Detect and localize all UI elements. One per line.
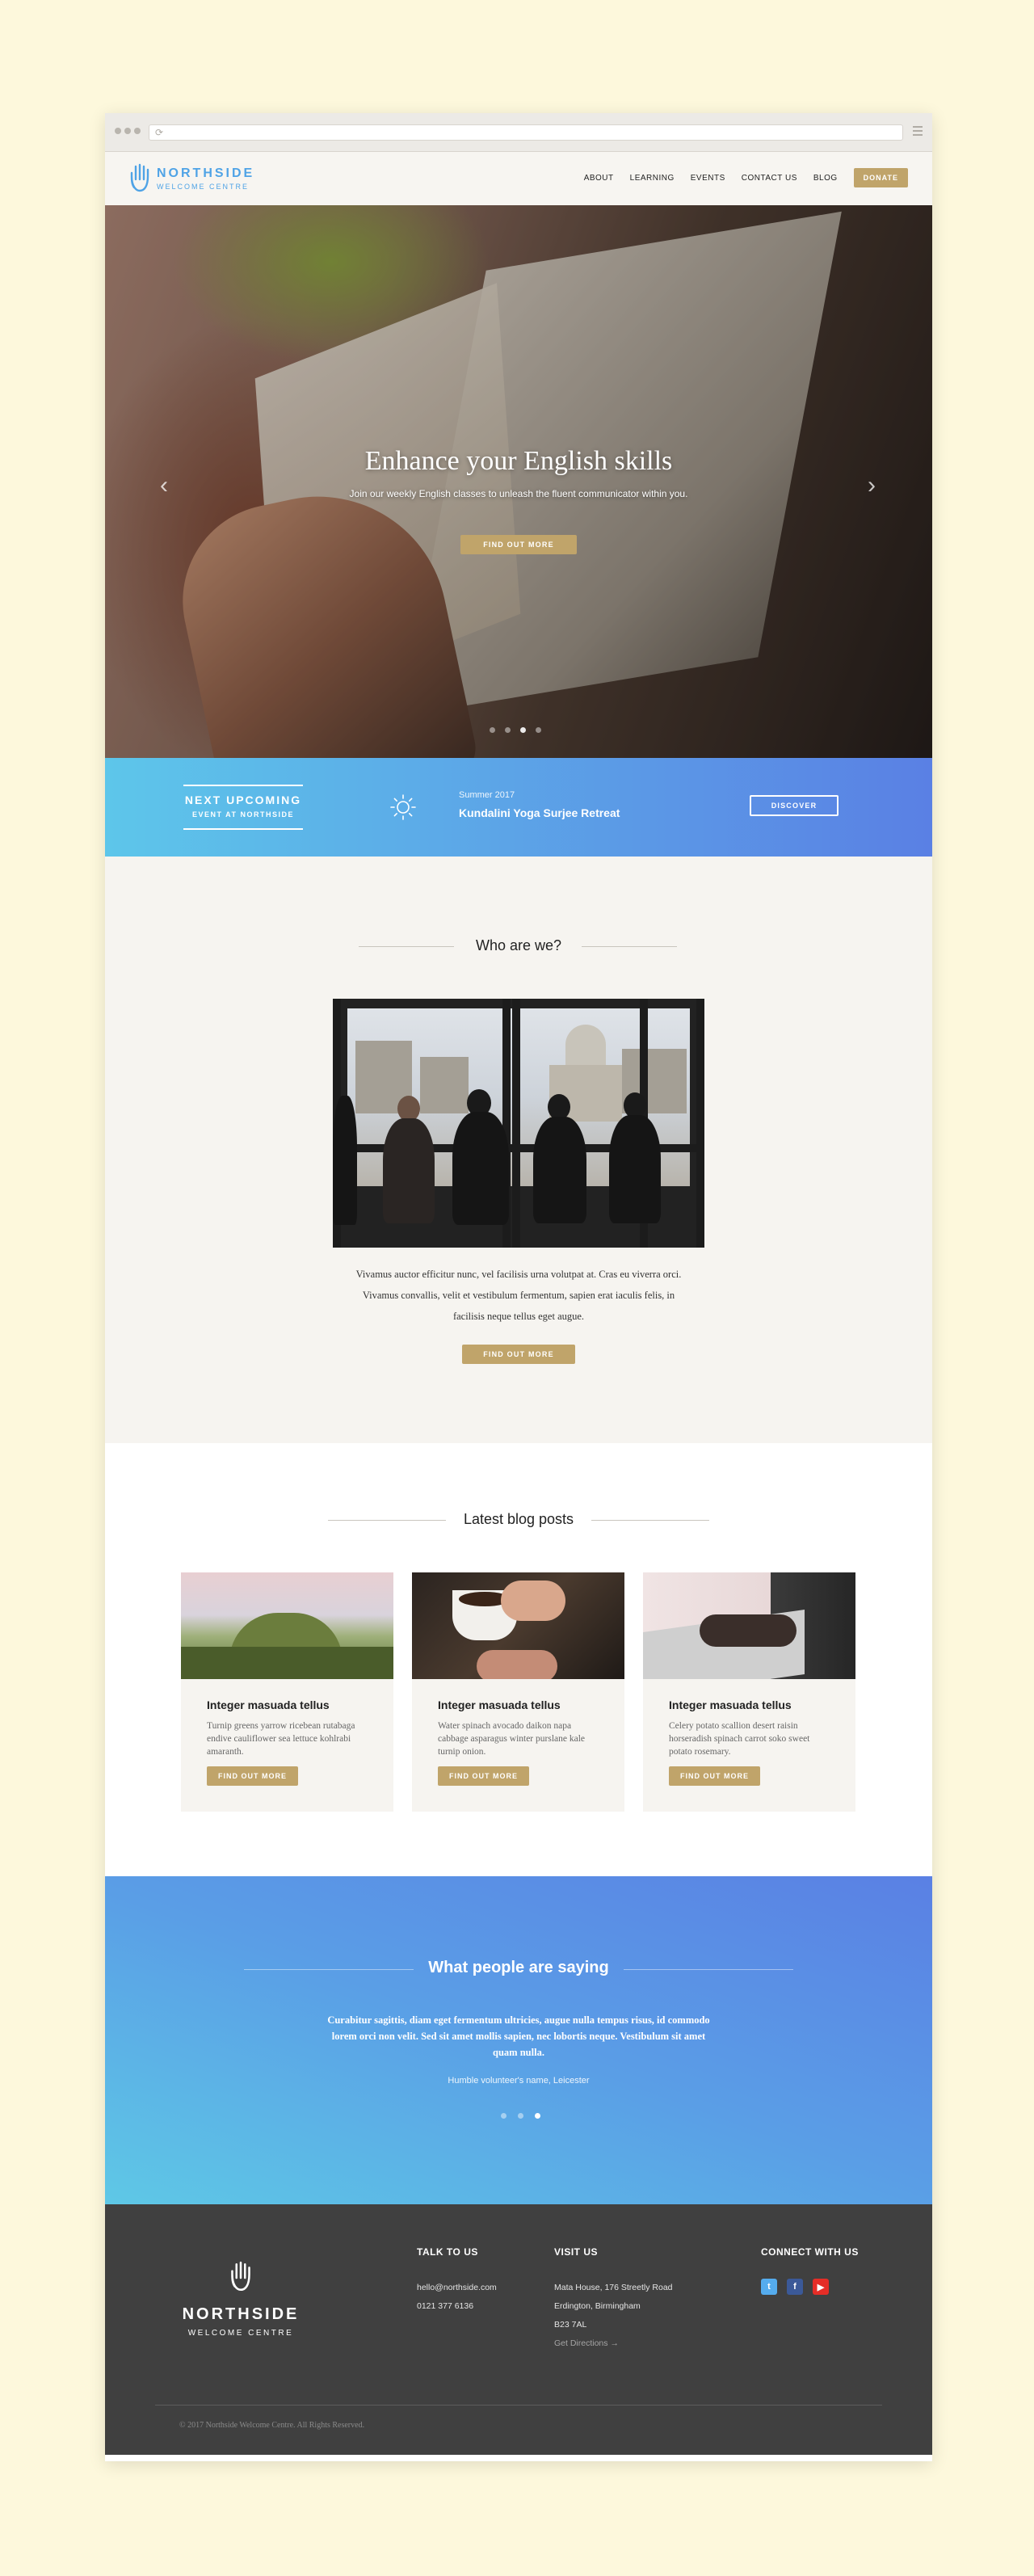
blog-find-out-more-button[interactable]: FIND OUT MORE (207, 1766, 298, 1786)
blog-post-excerpt: Turnip greens yarrow ricebean rutabaga e… (207, 1721, 355, 1757)
site-header: NORTHSIDE WELCOME CENTRE ABOUT LEARNING … (105, 152, 932, 205)
who-find-out-more-button[interactable]: FIND OUT MORE (462, 1345, 575, 1364)
event-label: NEXT UPCOMING EVENT AT NORTHSIDE (183, 785, 303, 830)
hero-find-out-more-button[interactable]: FIND OUT MORE (460, 535, 577, 554)
nav-about[interactable]: ABOUT (584, 174, 614, 183)
site-logo[interactable]: NORTHSIDE WELCOME CENTRE (129, 163, 254, 194)
nav-events[interactable]: EVENTS (691, 174, 725, 183)
browser-menu-icon[interactable] (913, 126, 923, 138)
testimonial-title: What people are saying (428, 1959, 609, 1976)
footer-logo[interactable]: NORTHSIDE WELCOME CENTRE (179, 2261, 302, 2338)
blog-post-title[interactable]: Integer masuada tellus (207, 1698, 368, 1711)
footer-phone[interactable]: 0121 377 6136 (417, 2297, 497, 2316)
browser-window: ⟳ NORTHSIDE WELCOME CENTRE ABOUT LEARNIN… (105, 113, 932, 2461)
blog-card[interactable]: Integer masuada tellus Turnip greens yar… (181, 1572, 393, 1812)
hero-pagination (490, 727, 541, 733)
blog-post-excerpt: Celery potato scallion desert raisin hor… (669, 1721, 810, 1757)
discover-button[interactable]: DISCOVER (750, 795, 839, 816)
twitter-icon[interactable]: t (761, 2279, 777, 2295)
who-are-we-section: Who are we? Vivamus auctor efficitur nun… (105, 857, 932, 1443)
footer-logo-name: NORTHSIDE (182, 2305, 300, 2323)
pagination-dot[interactable] (520, 727, 526, 733)
pagination-dot[interactable] (535, 2113, 540, 2119)
address-bar[interactable]: ⟳ (149, 124, 903, 141)
blog-image (412, 1572, 624, 1679)
nav-blog[interactable]: BLOG (813, 174, 838, 183)
blog-find-out-more-button[interactable]: FIND OUT MORE (438, 1766, 529, 1786)
testimonial-section: What people are saying Curabitur sagitti… (105, 1876, 932, 2204)
hero-subtitle: Join our weekly English classes to unlea… (349, 488, 688, 499)
footer-address-line2: Erdington, Birmingham (554, 2301, 641, 2311)
logo-name: NORTHSIDE (157, 166, 255, 180)
footer-logo-tagline: WELCOME CENTRE (187, 2329, 294, 2338)
site-footer: NORTHSIDE WELCOME CENTRE TALK TO US hell… (105, 2204, 932, 2455)
testimonial-pagination (501, 2113, 540, 2119)
pagination-dot[interactable] (490, 727, 495, 733)
hero-slider: Enhance your English skills Join our wee… (105, 205, 932, 758)
donate-button[interactable]: DONATE (853, 168, 908, 187)
testimonial-quote: Curabitur sagittis, diam eget fermentum … (327, 2014, 710, 2058)
blog-post-title[interactable]: Integer masuada tellus (669, 1698, 830, 1711)
chevron-right-icon[interactable]: › (868, 474, 876, 498)
chevron-left-icon[interactable]: ‹ (160, 474, 168, 498)
who-title: Who are we? (475, 937, 562, 953)
youtube-icon[interactable]: ▶ (813, 2279, 829, 2295)
footer-talk-column: TALK TO US hello@northside.com 0121 377 … (417, 2246, 497, 2316)
logo-tagline: WELCOME CENTRE (157, 183, 250, 191)
get-directions-link[interactable]: Get Directions → (554, 2334, 673, 2353)
footer-connect-title: CONNECT WITH US (761, 2246, 859, 2258)
hand-logo-icon (231, 2261, 250, 2292)
copyright-text: © 2017 Northside Welcome Centre. All Rig… (179, 2421, 365, 2430)
footer-talk-title: TALK TO US (417, 2246, 478, 2258)
footer-address-line1: Mata House, 176 Streetly Road (554, 2283, 673, 2292)
footer-divider (155, 2405, 882, 2406)
event-name: Kundalini Yoga Surjee Retreat (459, 806, 620, 819)
blog-post-excerpt: Water spinach avocado daikon napa cabbag… (438, 1721, 586, 1757)
who-description: Vivamus auctor efficitur nunc, vel facil… (355, 1269, 682, 1322)
team-photo (333, 999, 704, 1248)
social-links: t f ▶ (761, 2279, 859, 2295)
facebook-icon[interactable]: f (787, 2279, 803, 2295)
blog-image (643, 1572, 855, 1679)
blog-card[interactable]: Integer masuada tellus Celery potato sca… (643, 1572, 855, 1812)
sun-icon (390, 794, 416, 820)
window-controls[interactable] (115, 128, 141, 134)
footer-visit-column: VISIT US Mata House, 176 Streetly Road E… (554, 2246, 673, 2353)
main-nav: ABOUT LEARNING EVENTS CONTACT US BLOG DO… (584, 168, 908, 187)
blog-find-out-more-button[interactable]: FIND OUT MORE (669, 1766, 760, 1786)
pagination-dot[interactable] (536, 727, 541, 733)
event-season: Summer 2017 (459, 790, 515, 800)
pagination-dot[interactable] (505, 727, 511, 733)
blog-image (181, 1572, 393, 1679)
footer-visit-title: VISIT US (554, 2246, 599, 2258)
nav-contact-us[interactable]: CONTACT US (742, 174, 797, 183)
pagination-dot[interactable] (501, 2113, 506, 2119)
testimonial-author: Humble volunteer's name, Leicester (448, 2076, 590, 2086)
footer-email[interactable]: hello@northside.com (417, 2279, 497, 2297)
blog-card[interactable]: Integer masuada tellus Water spinach avo… (412, 1572, 624, 1812)
upcoming-event-bar: NEXT UPCOMING EVENT AT NORTHSIDE Summer … (105, 758, 932, 857)
blog-section: Latest blog posts Integer masuada tellus… (105, 1443, 932, 1876)
footer-address-line3: B23 7AL (554, 2320, 587, 2330)
hand-logo-icon (130, 163, 149, 192)
reload-icon[interactable]: ⟳ (155, 127, 163, 138)
nav-learning[interactable]: LEARNING (630, 174, 675, 183)
hero-title: Enhance your English skills (364, 446, 673, 476)
blog-title: Latest blog posts (463, 1511, 574, 1527)
browser-toolbar: ⟳ (105, 113, 932, 152)
footer-connect-column: CONNECT WITH US t f ▶ (761, 2246, 859, 2295)
blog-post-title[interactable]: Integer masuada tellus (438, 1698, 599, 1711)
pagination-dot[interactable] (518, 2113, 523, 2119)
